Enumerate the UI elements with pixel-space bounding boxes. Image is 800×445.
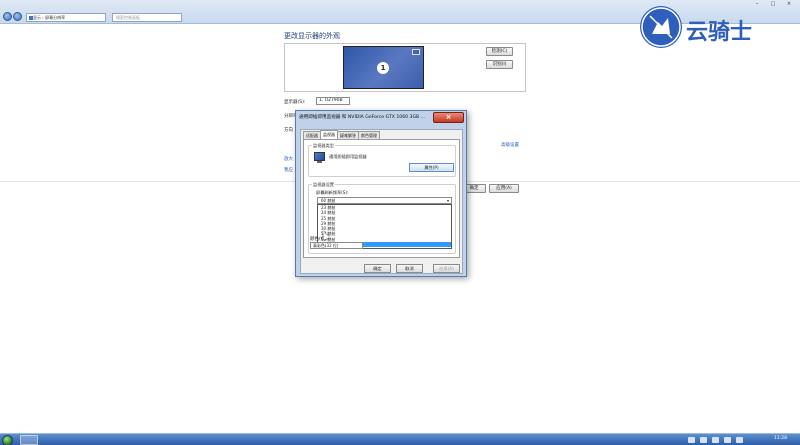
advanced-settings-link[interactable]: 高级设置 <box>501 142 519 148</box>
breadcrumb: 显示 › 屏幕分辨率 <box>33 15 66 20</box>
forward-arrow-icon[interactable] <box>13 12 22 21</box>
tab-troubleshoot[interactable]: 疑难解答 <box>337 131 359 139</box>
tray-volume-icon[interactable] <box>712 437 719 443</box>
dialog-body: 适配器 监视器 疑难解答 颜色管理 监视器类型 通用即插即用监视器 属性(P) … <box>300 129 463 274</box>
monitor-thumbnail[interactable]: 1 <box>343 46 424 89</box>
monitor-type-title: 监视器类型 <box>312 143 335 149</box>
apply-button[interactable]: 应用(A) <box>489 184 519 193</box>
tab-color-management[interactable]: 颜色管理 <box>358 131 380 139</box>
tab-monitor[interactable]: 监视器 <box>320 130 338 139</box>
help-link[interactable]: 我应 <box>284 167 293 173</box>
tray-keyboard-icon[interactable] <box>736 437 743 443</box>
back-arrow-icon[interactable] <box>3 12 12 21</box>
taskbar-explorer-button[interactable] <box>20 435 38 445</box>
monitor-stand-icon <box>317 161 322 163</box>
properties-button[interactable]: 属性(P) <box>409 163 454 172</box>
colors-select[interactable]: 真彩色(32 位) <box>310 242 363 249</box>
monitor-icon <box>314 152 325 161</box>
tray-input-icon[interactable] <box>724 437 731 443</box>
monitor-name: 通用即插即用监视器 <box>329 154 367 159</box>
knight-logo-icon <box>640 6 682 48</box>
monitor-corner-icon <box>412 49 420 55</box>
watermark: 云骑士 <box>640 6 788 50</box>
dialog-tabs: 适配器 监视器 疑难解答 颜色管理 <box>303 130 380 139</box>
control-panel-icon <box>29 16 33 20</box>
address-bar[interactable]: 显示 › 屏幕分辨率 <box>26 13 106 22</box>
monitor-properties-dialog: 通用即插即用监视器 和 NVIDIA GeForce GTX 1060 3GB … <box>295 110 467 277</box>
search-input[interactable]: 搜索控制面板 <box>112 13 182 22</box>
identify-button[interactable]: 识别(I) <box>486 60 513 69</box>
orientation-label: 方向 <box>284 128 293 133</box>
dialog-ok-button[interactable]: 确定 <box>364 264 391 273</box>
detect-button[interactable]: 检测(C) <box>486 47 513 56</box>
start-orb-icon[interactable] <box>2 435 13 445</box>
enlarge-text-link[interactable]: 放大 <box>284 156 293 162</box>
refresh-rate-value: 60 赫兹 <box>321 198 336 203</box>
watermark-text: 云骑士 <box>686 20 753 45</box>
system-tray <box>688 437 743 443</box>
tray-network-icon[interactable] <box>700 437 707 443</box>
monitor-settings-title: 监视器设置 <box>312 182 335 188</box>
dialog-apply-button[interactable]: 应用(A) <box>433 264 460 273</box>
page-title: 更改显示器的外观 <box>284 32 340 40</box>
tab-adapter[interactable]: 适配器 <box>303 131 321 139</box>
monitor-type-group: 监视器类型 通用即插即用监视器 属性(P) <box>308 143 456 177</box>
taskbar: 11:28 <box>0 433 800 445</box>
taskbar-clock: 11:28 <box>774 436 787 441</box>
refresh-rate-select[interactable]: 60 赫兹 ▾ <box>317 197 452 204</box>
display-select[interactable]: 1. U2790B <box>316 97 350 105</box>
dialog-cancel-button[interactable]: 取消 <box>396 264 423 273</box>
monitor-number-badge: 1 <box>377 62 389 74</box>
chevron-down-icon[interactable]: ▾ <box>447 198 449 203</box>
dialog-title: 通用即插即用监视器 和 NVIDIA GeForce GTX 1060 3GB … <box>299 115 425 120</box>
tray-flag-icon[interactable] <box>688 437 695 443</box>
refresh-rate-label: 屏幕刷新频率(S): <box>316 190 349 195</box>
display-label: 显示器(S): <box>284 100 306 105</box>
dialog-close-button[interactable]: × <box>433 112 464 123</box>
